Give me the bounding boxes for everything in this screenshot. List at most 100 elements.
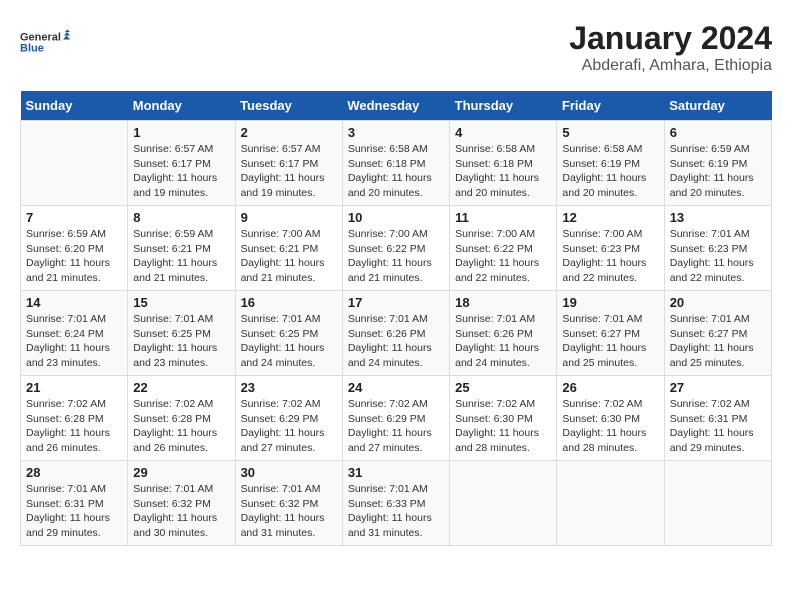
page-header: General Blue January 2024 Abderafi, Amha… bbox=[20, 20, 772, 75]
calendar-day-cell: 1Sunrise: 6:57 AM Sunset: 6:17 PM Daylig… bbox=[128, 121, 235, 206]
day-info: Sunrise: 7:02 AM Sunset: 6:31 PM Dayligh… bbox=[670, 397, 766, 456]
day-info: Sunrise: 7:01 AM Sunset: 6:32 PM Dayligh… bbox=[241, 482, 337, 541]
calendar-week-row: 21Sunrise: 7:02 AM Sunset: 6:28 PM Dayli… bbox=[21, 376, 772, 461]
day-info: Sunrise: 6:58 AM Sunset: 6:19 PM Dayligh… bbox=[562, 142, 658, 201]
calendar-day-cell: 27 Sunrise: 7:02 AM Sunset: 6:31 PM Dayli… bbox=[664, 376, 771, 461]
calendar-table: SundayMondayTuesdayWednesdayThursdayFrid… bbox=[20, 91, 772, 546]
calendar-day-cell: 30 Sunrise: 7:01 AM Sunset: 6:32 PM Dayli… bbox=[235, 461, 342, 546]
day-number: 10 bbox=[348, 210, 444, 225]
calendar-day-cell: 24Sunrise: 7:02 AM Sunset: 6:29 PM Dayli… bbox=[342, 376, 449, 461]
day-info: Sunrise: 7:00 AM Sunset: 6:23 PM Dayligh… bbox=[562, 227, 658, 286]
day-info: Sunrise: 7:01 AM Sunset: 6:23 PM Dayligh… bbox=[670, 227, 766, 286]
day-number: 24 bbox=[348, 380, 444, 395]
day-number: 14 bbox=[26, 295, 122, 310]
calendar-day-cell: 3Sunrise: 6:58 AM Sunset: 6:18 PM Daylig… bbox=[342, 121, 449, 206]
calendar-day-cell: 15Sunrise: 7:01 AM Sunset: 6:25 PM Dayli… bbox=[128, 291, 235, 376]
day-info: Sunrise: 6:59 AM Sunset: 6:21 PM Dayligh… bbox=[133, 227, 229, 286]
calendar-day-header: Wednesday bbox=[342, 91, 449, 121]
day-number: 7 bbox=[26, 210, 122, 225]
day-info: Sunrise: 6:58 AM Sunset: 6:18 PM Dayligh… bbox=[348, 142, 444, 201]
day-number: 23 bbox=[241, 380, 337, 395]
day-info: Sunrise: 7:02 AM Sunset: 6:28 PM Dayligh… bbox=[26, 397, 122, 456]
calendar-day-cell: 2 Sunrise: 6:57 AM Sunset: 6:17 PM Daylig… bbox=[235, 121, 342, 206]
day-number: 28 bbox=[26, 465, 122, 480]
day-number: 5 bbox=[562, 125, 658, 140]
calendar-day-cell: 10Sunrise: 7:00 AM Sunset: 6:22 PM Dayli… bbox=[342, 206, 449, 291]
calendar-day-cell bbox=[664, 461, 771, 546]
day-number: 11 bbox=[455, 210, 551, 225]
day-number: 8 bbox=[133, 210, 229, 225]
day-info: Sunrise: 7:01 AM Sunset: 6:24 PM Dayligh… bbox=[26, 312, 122, 371]
calendar-day-cell: 11 Sunrise: 7:00 AM Sunset: 6:22 PM Dayli… bbox=[450, 206, 557, 291]
day-number: 16 bbox=[241, 295, 337, 310]
day-info: Sunrise: 7:00 AM Sunset: 6:21 PM Dayligh… bbox=[241, 227, 337, 286]
day-number: 9 bbox=[241, 210, 337, 225]
calendar-day-cell bbox=[450, 461, 557, 546]
calendar-day-cell: 13Sunrise: 7:01 AM Sunset: 6:23 PM Dayli… bbox=[664, 206, 771, 291]
day-number: 27 bbox=[670, 380, 766, 395]
day-info: Sunrise: 7:02 AM Sunset: 6:29 PM Dayligh… bbox=[241, 397, 337, 456]
day-info: Sunrise: 6:58 AM Sunset: 6:18 PM Dayligh… bbox=[455, 142, 551, 201]
calendar-week-row: 14 Sunrise: 7:01 AM Sunset: 6:24 PM Dayli… bbox=[21, 291, 772, 376]
calendar-day-cell: 7Sunrise: 6:59 AM Sunset: 6:20 PM Daylig… bbox=[21, 206, 128, 291]
page-subtitle: Abderafi, Amhara, Ethiopia bbox=[569, 57, 772, 75]
day-info: Sunrise: 6:57 AM Sunset: 6:17 PM Dayligh… bbox=[241, 142, 337, 201]
calendar-day-cell bbox=[21, 121, 128, 206]
calendar-day-cell: 26 Sunrise: 7:02 AM Sunset: 6:30 PM Dayli… bbox=[557, 376, 664, 461]
day-number: 17 bbox=[348, 295, 444, 310]
day-info: Sunrise: 7:01 AM Sunset: 6:33 PM Dayligh… bbox=[348, 482, 444, 541]
day-number: 30 bbox=[241, 465, 337, 480]
day-number: 6 bbox=[670, 125, 766, 140]
svg-text:Blue: Blue bbox=[20, 43, 44, 55]
calendar-day-cell: 16 Sunrise: 7:01 AM Sunset: 6:25 PM Dayli… bbox=[235, 291, 342, 376]
calendar-header-row: SundayMondayTuesdayWednesdayThursdayFrid… bbox=[21, 91, 772, 121]
calendar-day-header: Saturday bbox=[664, 91, 771, 121]
calendar-day-cell: 18 Sunrise: 7:01 AM Sunset: 6:26 PM Dayli… bbox=[450, 291, 557, 376]
calendar-day-header: Friday bbox=[557, 91, 664, 121]
calendar-day-cell: 23 Sunrise: 7:02 AM Sunset: 6:29 PM Dayli… bbox=[235, 376, 342, 461]
calendar-day-cell: 22 Sunrise: 7:02 AM Sunset: 6:28 PM Dayli… bbox=[128, 376, 235, 461]
day-info: Sunrise: 7:00 AM Sunset: 6:22 PM Dayligh… bbox=[455, 227, 551, 286]
page-title: January 2024 bbox=[569, 20, 772, 57]
calendar-week-row: 7Sunrise: 6:59 AM Sunset: 6:20 PM Daylig… bbox=[21, 206, 772, 291]
calendar-day-cell: 12 Sunrise: 7:00 AM Sunset: 6:23 PM Dayli… bbox=[557, 206, 664, 291]
day-number: 22 bbox=[133, 380, 229, 395]
day-info: Sunrise: 7:01 AM Sunset: 6:25 PM Dayligh… bbox=[241, 312, 337, 371]
day-number: 12 bbox=[562, 210, 658, 225]
day-number: 4 bbox=[455, 125, 551, 140]
day-number: 19 bbox=[562, 295, 658, 310]
logo: General Blue bbox=[20, 20, 70, 64]
calendar-day-cell: 21Sunrise: 7:02 AM Sunset: 6:28 PM Dayli… bbox=[21, 376, 128, 461]
calendar-day-cell: 29Sunrise: 7:01 AM Sunset: 6:32 PM Dayli… bbox=[128, 461, 235, 546]
day-number: 25 bbox=[455, 380, 551, 395]
day-number: 15 bbox=[133, 295, 229, 310]
calendar-day-cell: 19Sunrise: 7:01 AM Sunset: 6:27 PM Dayli… bbox=[557, 291, 664, 376]
calendar-day-cell: 5 Sunrise: 6:58 AM Sunset: 6:19 PM Daylig… bbox=[557, 121, 664, 206]
calendar-day-header: Sunday bbox=[21, 91, 128, 121]
calendar-day-header: Tuesday bbox=[235, 91, 342, 121]
day-number: 26 bbox=[562, 380, 658, 395]
calendar-week-row: 28Sunrise: 7:01 AM Sunset: 6:31 PM Dayli… bbox=[21, 461, 772, 546]
svg-text:General: General bbox=[20, 32, 61, 44]
day-info: Sunrise: 7:01 AM Sunset: 6:27 PM Dayligh… bbox=[670, 312, 766, 371]
day-number: 18 bbox=[455, 295, 551, 310]
calendar-day-cell: 6 Sunrise: 6:59 AM Sunset: 6:19 PM Daylig… bbox=[664, 121, 771, 206]
calendar-day-cell: 31 Sunrise: 7:01 AM Sunset: 6:33 PM Dayli… bbox=[342, 461, 449, 546]
day-number: 31 bbox=[348, 465, 444, 480]
day-info: Sunrise: 7:01 AM Sunset: 6:32 PM Dayligh… bbox=[133, 482, 229, 541]
day-info: Sunrise: 7:01 AM Sunset: 6:26 PM Dayligh… bbox=[348, 312, 444, 371]
calendar-day-cell: 8 Sunrise: 6:59 AM Sunset: 6:21 PM Daylig… bbox=[128, 206, 235, 291]
day-info: Sunrise: 7:01 AM Sunset: 6:26 PM Dayligh… bbox=[455, 312, 551, 371]
day-info: Sunrise: 7:02 AM Sunset: 6:30 PM Dayligh… bbox=[455, 397, 551, 456]
day-number: 2 bbox=[241, 125, 337, 140]
calendar-day-cell bbox=[557, 461, 664, 546]
calendar-day-cell: 9 Sunrise: 7:00 AM Sunset: 6:21 PM Daylig… bbox=[235, 206, 342, 291]
calendar-day-header: Thursday bbox=[450, 91, 557, 121]
logo-svg: General Blue bbox=[20, 20, 70, 64]
day-info: Sunrise: 7:02 AM Sunset: 6:30 PM Dayligh… bbox=[562, 397, 658, 456]
calendar-day-cell: 17 Sunrise: 7:01 AM Sunset: 6:26 PM Dayli… bbox=[342, 291, 449, 376]
day-info: Sunrise: 6:59 AM Sunset: 6:19 PM Dayligh… bbox=[670, 142, 766, 201]
day-info: Sunrise: 7:02 AM Sunset: 6:28 PM Dayligh… bbox=[133, 397, 229, 456]
calendar-week-row: 1Sunrise: 6:57 AM Sunset: 6:17 PM Daylig… bbox=[21, 121, 772, 206]
calendar-day-cell: 28Sunrise: 7:01 AM Sunset: 6:31 PM Dayli… bbox=[21, 461, 128, 546]
